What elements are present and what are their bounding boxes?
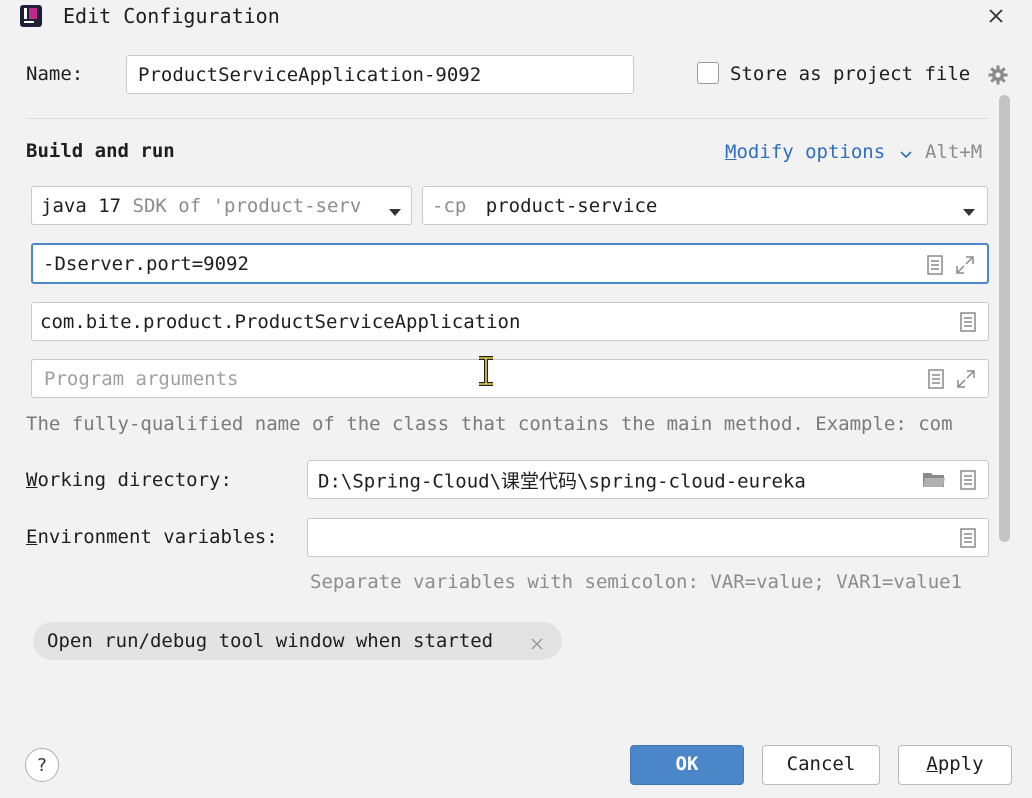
environment-variables-input[interactable] <box>307 518 989 557</box>
jdk-dropdown[interactable]: java 17 SDK of 'product-serv <box>31 186 412 225</box>
edit-document-icon[interactable] <box>960 528 976 548</box>
ok-button[interactable]: OK <box>630 745 744 785</box>
chip-remove-icon[interactable] <box>530 634 544 650</box>
main-class-input[interactable]: com.bite.product.ProductServiceApplicati… <box>31 302 989 341</box>
help-button[interactable]: ? <box>25 748 59 782</box>
vm-options-input[interactable]: -Dserver.port=9092 <box>31 243 989 284</box>
cancel-button[interactable]: Cancel <box>762 745 880 785</box>
header-divider <box>26 118 989 119</box>
section-title: Build and run <box>26 140 175 162</box>
window-title: Edit Configuration <box>63 4 280 28</box>
program-arguments-input[interactable]: Program arguments <box>31 359 989 398</box>
edit-document-icon[interactable] <box>960 312 976 332</box>
store-as-project-file-label[interactable]: Store as project file <box>730 63 970 85</box>
program-arguments-placeholder: Program arguments <box>44 367 239 390</box>
folder-icon[interactable] <box>922 471 946 489</box>
vm-options-value: -Dserver.port=9092 <box>43 252 249 275</box>
environment-variables-label: Environment variables: <box>26 526 278 548</box>
edit-document-icon[interactable] <box>960 470 976 490</box>
jdk-description: SDK of 'product-serv <box>121 194 362 217</box>
name-input-value: ProductServiceApplication-9092 <box>138 63 482 86</box>
chevron-down-icon[interactable] <box>898 146 914 162</box>
edit-document-icon[interactable] <box>927 255 943 275</box>
main-class-value: com.bite.product.ProductServiceApplicati… <box>40 310 521 333</box>
modify-options-label: Modify options <box>725 141 886 163</box>
expand-icon[interactable] <box>955 255 975 275</box>
modify-options-shortcut: Alt+M <box>925 141 983 163</box>
main-class-hint: The fully-qualified name of the class th… <box>26 413 953 435</box>
apply-button[interactable]: Apply <box>898 745 1012 785</box>
name-input[interactable]: ProductServiceApplication-9092 <box>126 55 634 94</box>
classpath-prefix: -cp <box>432 194 467 217</box>
dropdown-arrow-icon <box>389 201 401 216</box>
dropdown-arrow-icon <box>963 201 975 216</box>
name-label: Name: <box>26 63 84 85</box>
help-icon: ? <box>37 755 47 776</box>
text-cursor-icon <box>476 356 496 386</box>
classpath-dropdown[interactable]: -cp product-service <box>422 186 988 225</box>
open-tool-window-chip[interactable]: Open run/debug tool window when started <box>33 622 562 660</box>
environment-variables-hint: Separate variables with semicolon: VAR=v… <box>310 571 963 593</box>
intellij-app-icon <box>20 5 42 27</box>
working-directory-value: D:\Spring-Cloud\课堂代码\spring-cloud-eureka <box>318 470 806 492</box>
classpath-module: product-service <box>485 194 658 217</box>
store-as-project-file-checkbox[interactable] <box>697 62 719 84</box>
jdk-version: java 17 <box>41 194 122 217</box>
close-icon[interactable] <box>984 4 1008 28</box>
chip-label: Open run/debug tool window when started <box>47 630 494 652</box>
scrollbar-thumb[interactable] <box>999 95 1010 542</box>
working-directory-label: Working directory: <box>26 469 232 491</box>
working-directory-input[interactable]: D:\Spring-Cloud\课堂代码\spring-cloud-eureka <box>307 460 989 499</box>
modify-options-link[interactable]: Modify options <box>725 141 885 163</box>
gear-icon[interactable] <box>987 64 1009 86</box>
edit-document-icon[interactable] <box>928 369 944 389</box>
expand-icon[interactable] <box>956 369 976 389</box>
